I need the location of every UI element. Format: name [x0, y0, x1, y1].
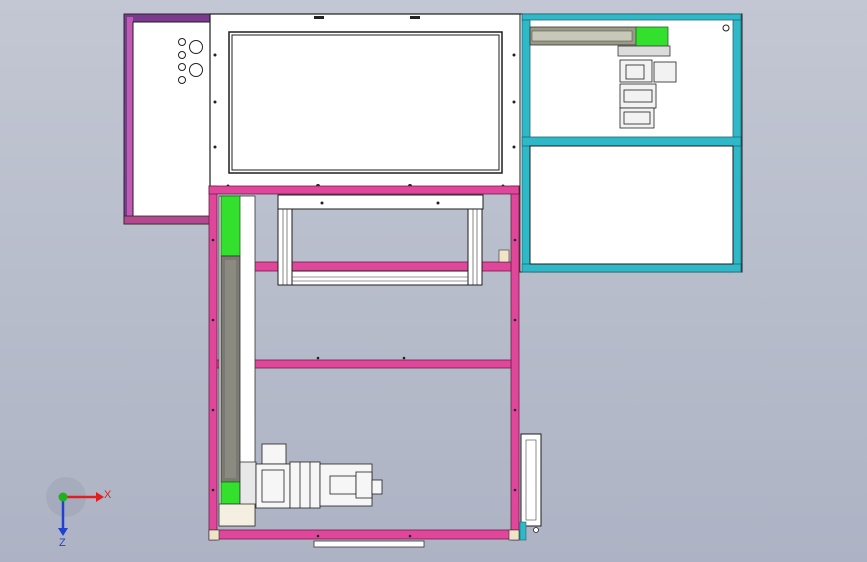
x-axis-label: X — [104, 489, 112, 501]
z-axis-label: Z — [59, 537, 66, 549]
drawer-assembly — [277, 194, 510, 286]
side-module — [519, 433, 542, 541]
control-panel — [123, 13, 213, 225]
motor-assembly — [255, 443, 383, 509]
cad-viewport[interactable]: X Z — [0, 0, 867, 562]
right-enclosure — [519, 13, 743, 273]
monitor-panel — [209, 13, 523, 191]
coordinate-triad-icon: X Z — [46, 477, 112, 549]
linear-axis — [218, 195, 257, 527]
